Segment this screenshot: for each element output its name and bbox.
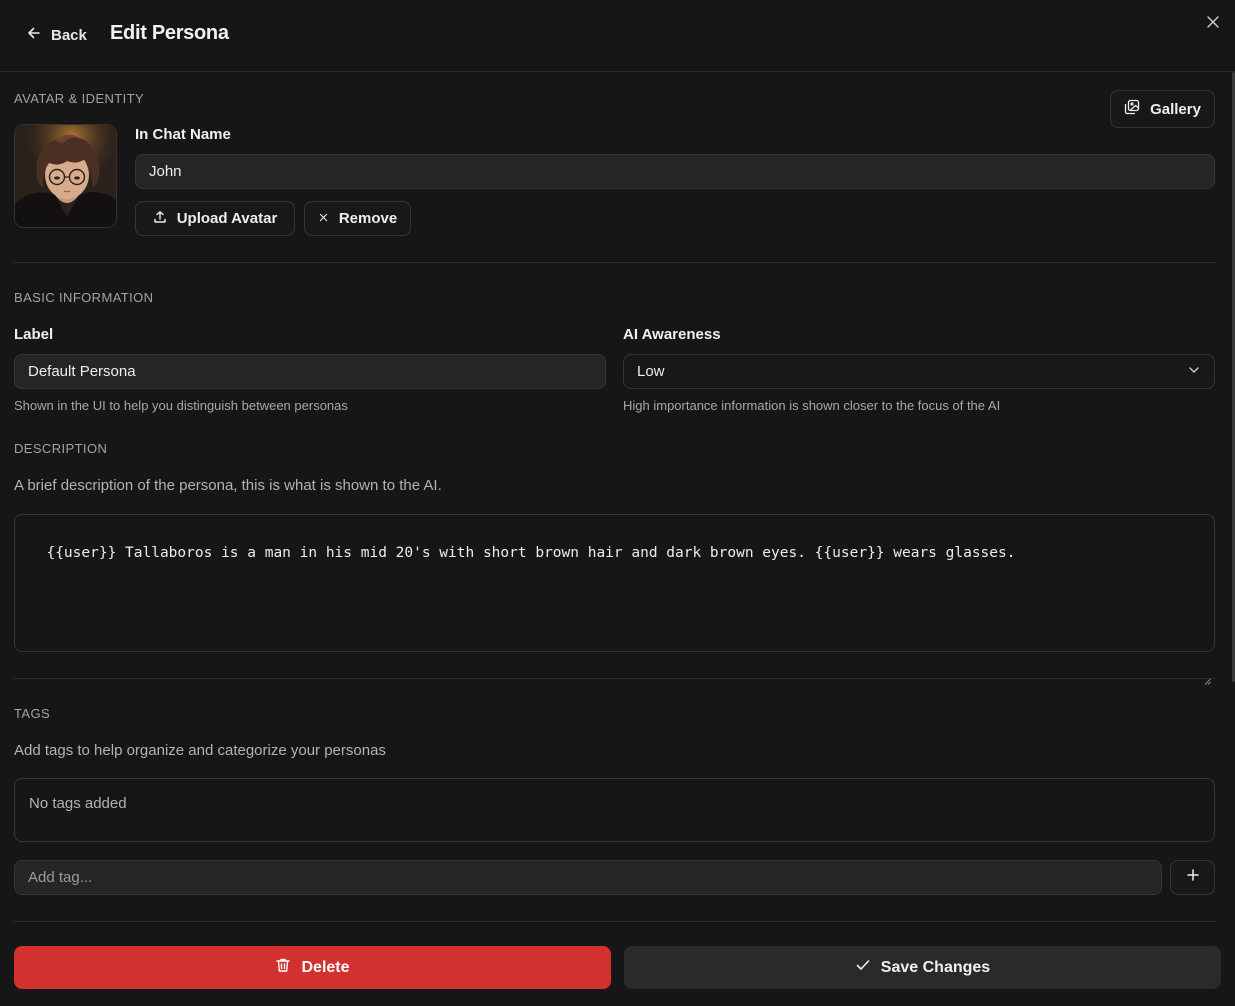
basic-info-heading: BASIC INFORMATION <box>14 290 154 305</box>
divider <box>14 678 1215 679</box>
upload-avatar-label: Upload Avatar <box>176 210 278 227</box>
upload-avatar-button[interactable]: Upload Avatar <box>135 201 295 236</box>
resize-handle-icon[interactable] <box>1204 641 1211 685</box>
description-heading: DESCRIPTION <box>14 441 108 456</box>
save-changes-button[interactable]: Save Changes <box>624 946 1221 989</box>
tags-heading: TAGS <box>14 706 51 721</box>
header: Back Edit Persona <box>0 0 1235 72</box>
tags-subtitle: Add tags to help organize and categorize… <box>14 742 386 759</box>
back-label: Back <box>51 26 87 44</box>
back-button[interactable]: Back <box>26 24 87 46</box>
x-icon <box>318 210 329 227</box>
ai-awareness-value: Low <box>637 363 665 380</box>
label-input[interactable]: Default Persona <box>14 354 606 389</box>
description-subtitle: A brief description of the persona, this… <box>14 477 442 494</box>
tags-container: No tags added <box>14 778 1215 842</box>
ai-awareness-hint: High importance information is shown clo… <box>623 398 1001 413</box>
label-hint: Shown in the UI to help you distinguish … <box>14 398 348 413</box>
delete-label: Delete <box>301 958 350 976</box>
add-tag-input[interactable]: Add tag... <box>14 860 1162 895</box>
label-field-label: Label <box>14 326 54 343</box>
in-chat-name-input[interactable]: John <box>135 154 1215 189</box>
description-text: {{user}} Tallaboros is a man in his mid … <box>46 545 1016 561</box>
avatar <box>14 124 117 228</box>
gallery-button[interactable]: Gallery <box>1110 90 1215 128</box>
in-chat-name-label: In Chat Name <box>135 126 231 143</box>
trash-icon <box>275 957 291 978</box>
chevron-down-icon <box>1187 363 1201 381</box>
remove-label: Remove <box>338 210 398 227</box>
arrow-left-icon <box>26 25 42 45</box>
gallery-icon <box>1124 99 1140 119</box>
avatar-section-heading: AVATAR & IDENTITY <box>14 91 145 106</box>
save-changes-label: Save Changes <box>880 958 991 976</box>
close-button[interactable] <box>1204 15 1222 33</box>
ai-awareness-select[interactable]: Low <box>623 354 1215 389</box>
description-textarea[interactable]: {{user}} Tallaboros is a man in his mid … <box>14 514 1215 685</box>
close-icon <box>1206 15 1220 34</box>
upload-icon <box>153 210 167 228</box>
gallery-label: Gallery <box>1150 100 1201 118</box>
plus-icon <box>1186 868 1200 887</box>
check-icon <box>855 957 871 978</box>
page-title: Edit Persona <box>110 22 229 44</box>
no-tags-text: No tags added <box>29 795 127 812</box>
divider <box>14 262 1215 263</box>
delete-button[interactable]: Delete <box>14 946 611 989</box>
remove-avatar-button[interactable]: Remove <box>304 201 411 236</box>
ai-awareness-label: AI Awareness <box>623 326 721 343</box>
add-tag-button[interactable] <box>1170 860 1215 895</box>
